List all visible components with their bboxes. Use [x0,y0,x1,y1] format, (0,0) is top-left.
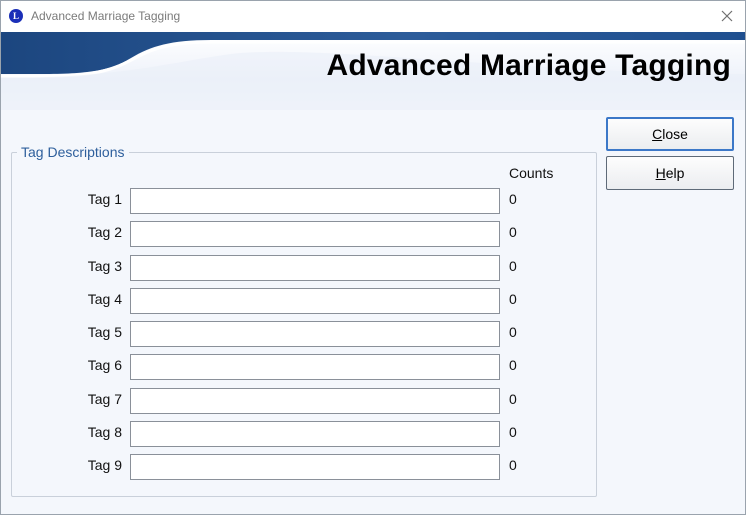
tag-1-label: Tag 1 [87,191,122,207]
header-banner: Advanced Marriage Tagging [1,32,745,110]
banner-heading: Advanced Marriage Tagging [326,49,731,82]
tag-3-label: Tag 3 [87,258,122,274]
close-icon [721,10,733,22]
tag-6-description-input[interactable] [130,354,500,380]
tag-6-count: 0 [509,357,517,373]
tag-8-label: Tag 8 [87,424,122,440]
app-logo-icon: L [9,9,23,23]
tag-4-description-input[interactable] [130,288,500,314]
tag-7-description-input[interactable] [130,388,500,414]
tag-5-count: 0 [509,324,517,340]
window-title: Advanced Marriage Tagging [31,9,181,23]
tag-1-count: 0 [509,191,517,207]
tag-9-label: Tag 9 [87,457,122,473]
close-button[interactable]: Close [606,117,734,151]
counts-header: Counts [509,165,554,181]
tag-4-label: Tag 4 [87,291,122,307]
tag-9-count: 0 [509,457,517,473]
tag-2-label: Tag 2 [87,224,122,240]
group-legend: Tag Descriptions [17,144,129,160]
tag-5-description-input[interactable] [130,321,500,347]
tag-1-description-input[interactable] [130,188,500,214]
tag-5-label: Tag 5 [87,324,122,340]
tag-2-count: 0 [509,224,517,240]
tag-7-label: Tag 7 [87,391,122,407]
tag-6-label: Tag 6 [87,357,122,373]
dialog-window: L Advanced Marriage Tagging Advanced Mar… [0,0,746,515]
tag-4-count: 0 [509,291,517,307]
title-bar: L Advanced Marriage Tagging [1,1,745,32]
tag-3-description-input[interactable] [130,255,500,281]
tag-8-description-input[interactable] [130,421,500,447]
help-button[interactable]: Help [606,156,734,190]
tag-7-count: 0 [509,391,517,407]
tag-2-description-input[interactable] [130,221,500,247]
tag-9-description-input[interactable] [130,454,500,480]
window-close-button[interactable] [717,6,737,26]
tag-8-count: 0 [509,424,517,440]
tag-3-count: 0 [509,258,517,274]
